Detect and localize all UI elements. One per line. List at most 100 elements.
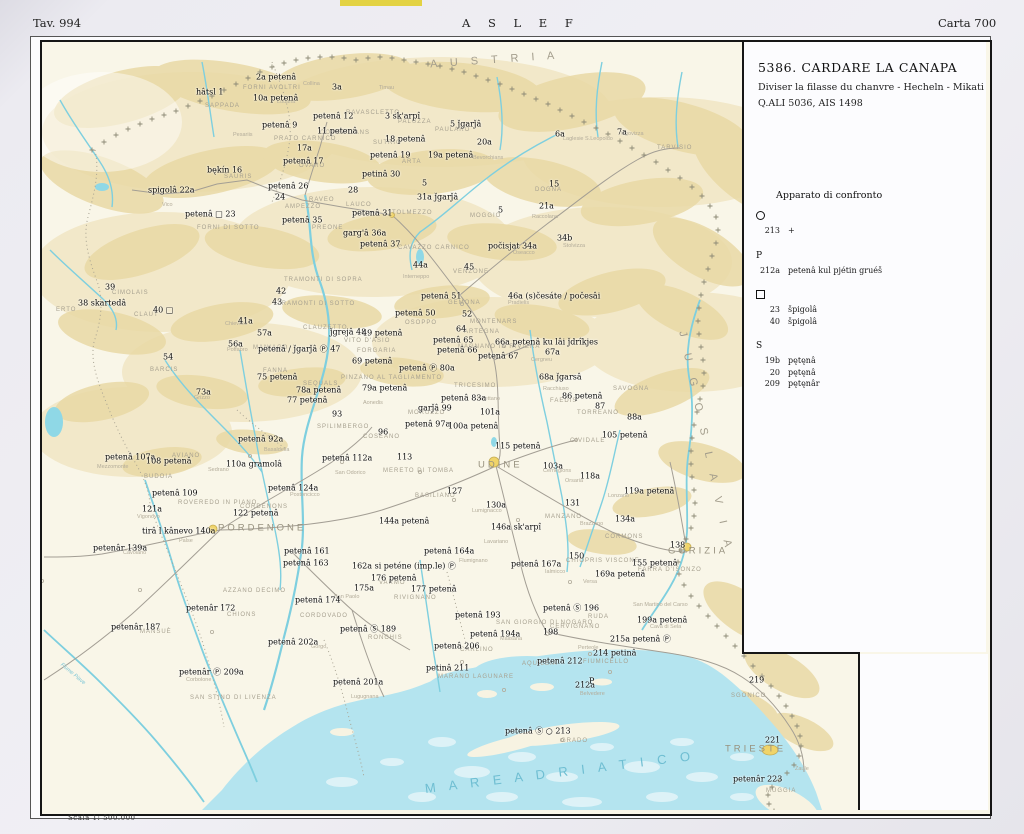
apparato-group: S 19b pętęnâ 20 pętęnâ 209 pętęnâr xyxy=(756,341,981,390)
town-label: TARVISIO xyxy=(657,145,693,151)
map-point: bękín 16 xyxy=(207,165,243,175)
map-point: 15 xyxy=(549,179,560,189)
town-label: PRATO CARNICO xyxy=(274,136,337,142)
map-point: 67a xyxy=(545,347,560,357)
town-label: FORGARIA xyxy=(357,348,397,354)
square-icon xyxy=(756,290,765,299)
town-label: RONCHIS xyxy=(368,635,403,641)
circle-icon xyxy=(756,211,765,220)
map-point: 219 xyxy=(749,675,765,685)
map-point: 199a petenâ xyxy=(637,615,688,625)
map-point: 169a petenâ xyxy=(595,569,646,579)
map-point: 69 petenâ xyxy=(352,356,393,366)
map-point: petenâ 164a xyxy=(424,546,475,556)
map-point: 122 petenâ xyxy=(233,508,279,518)
map-point: petenâ 65 xyxy=(433,335,474,345)
entry-number: 23 xyxy=(769,305,780,314)
town-label: SPILIMBERGO xyxy=(317,424,370,430)
apparato-di-confronto: Apparato di confronto 213 + P 212a petenâ ku… xyxy=(756,190,981,404)
map-point: 10a petenâ xyxy=(253,93,299,103)
map-point: petenâr Ⓟ 209a xyxy=(179,667,244,677)
town-label: CIVIDALE xyxy=(570,438,606,444)
map-point: petinâ 30 xyxy=(362,169,401,179)
map-subtitle: Diviser la filasse du chanvre - Hecheln … xyxy=(758,82,984,93)
map-point: petenâ 35 xyxy=(282,215,323,225)
town-label: GRADO xyxy=(561,738,589,744)
town-label: ARTEGNA xyxy=(464,329,500,335)
map-point: 87 xyxy=(595,401,606,411)
map-point: 31a ǰgarǰâ xyxy=(417,192,459,202)
map-point: 175a xyxy=(354,583,375,593)
map-point: 121a xyxy=(142,504,163,514)
sheet-number: Tav. 994 xyxy=(33,16,82,30)
town-label: CORMONS xyxy=(605,534,644,540)
entry-form: špigolâ xyxy=(788,305,818,314)
town-label: Mezzomonte xyxy=(97,464,129,470)
carta-number: Carta 700 xyxy=(938,16,997,30)
town-label: LAUCO xyxy=(346,202,372,208)
panel-bottom-border xyxy=(742,652,860,654)
map-point: petenâ 109 xyxy=(152,488,198,498)
map-point: garg'â 36a xyxy=(343,228,387,238)
town-label: Flumignano xyxy=(459,558,488,564)
map-point: 41a xyxy=(238,316,253,326)
town-label: Lavariano xyxy=(484,539,509,545)
entry-form: špigolâ xyxy=(788,316,818,326)
town-label: BUDOIA xyxy=(144,474,174,480)
town-label: Palse xyxy=(179,538,193,544)
map-point: 7a xyxy=(617,127,627,137)
map-point: petenâr 172 xyxy=(186,603,236,613)
map-canvas: FORNI AVOLTRI SAPPADA Collina Ludaria Timau R… xyxy=(40,40,992,816)
map-point: 56a xyxy=(228,339,243,349)
map-point: 144a petenâ xyxy=(379,516,430,526)
town-label: MUGGIA xyxy=(766,788,797,794)
map-point: 100a petenâ xyxy=(448,421,499,431)
entry-form: pętęnâ xyxy=(788,367,816,377)
town-label: Oseacco xyxy=(513,250,535,256)
apparato-group: 213 + xyxy=(756,211,981,237)
apparato-entry: 209 pętęnâr xyxy=(756,378,981,390)
map-point: 42 xyxy=(276,286,287,296)
entry-number: 213 xyxy=(764,226,780,235)
town-label: MARANO LAGUNARE xyxy=(438,674,515,680)
blank-corner xyxy=(858,654,988,810)
map-point: petenâ 9 xyxy=(262,120,298,130)
map-point: P xyxy=(589,676,595,686)
map-point: 146a sk'arpî xyxy=(491,522,542,532)
map-point: petenâr 139a xyxy=(93,543,148,553)
map-point: petenâ 37 xyxy=(360,239,401,249)
map-point: 2a petenâ xyxy=(256,72,297,82)
map-point: 45 xyxy=(464,262,475,272)
apparato-entry: 40 špigolâ xyxy=(756,316,981,328)
map-point: garǰâ 99 xyxy=(418,403,452,413)
map-point: 75 petenâ xyxy=(257,372,298,382)
map-reference: Q.ALI 5036, AIS 1498 xyxy=(758,98,863,109)
town-label: PREONE xyxy=(312,225,344,231)
town-label: Vico xyxy=(162,202,173,208)
map-point: 17a xyxy=(297,143,312,153)
map-point: 96 xyxy=(378,427,389,437)
town-label: ERTO xyxy=(56,307,77,313)
map-point: 198 xyxy=(543,627,559,637)
map-point: petenâ 92a xyxy=(238,434,284,444)
map-point: petenâ 67 xyxy=(478,351,519,361)
map-point: 134a xyxy=(615,514,636,524)
town-label: Versa xyxy=(583,579,598,585)
town-label: TORREANO xyxy=(577,410,619,416)
entry-form: pętęnâ xyxy=(788,356,816,365)
map-point: petenâr 223 xyxy=(733,774,783,784)
map-point: 64 xyxy=(456,324,467,334)
map-point: 155 petenâ xyxy=(632,558,678,568)
map-point: petenâ 124a xyxy=(268,483,319,493)
map-point: petenâ 66 xyxy=(437,345,478,355)
town-label: Cergneu xyxy=(531,357,553,363)
map-point: 119a petenâ xyxy=(624,486,675,496)
apparato-group: 23 špigolâ 40 špigolâ xyxy=(756,290,981,327)
entry-number: 212a xyxy=(759,265,780,275)
entry-number: 209 xyxy=(764,379,780,388)
apparato-entry: 20 pętęnâ xyxy=(756,367,981,379)
atlas-title: A S L E F xyxy=(462,16,580,30)
town-label: Raccolana xyxy=(532,214,558,220)
town-label: Postoncicco xyxy=(290,492,320,498)
map-point: spigolâ 22a xyxy=(148,185,195,195)
